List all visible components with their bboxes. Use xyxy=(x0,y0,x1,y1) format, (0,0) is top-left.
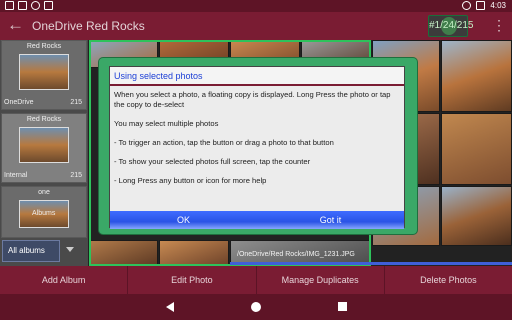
album-count: 215 xyxy=(70,172,82,179)
photo-thumbnail[interactable] xyxy=(90,240,158,266)
image-icon xyxy=(44,1,53,10)
album-thumbnail xyxy=(19,54,69,90)
dialog-paragraph: - To trigger an action, tap the button o… xyxy=(114,138,334,147)
system-nav-bar xyxy=(0,294,512,320)
photo-thumbnail[interactable] xyxy=(159,240,229,266)
manage-duplicates-button[interactable]: Manage Duplicates xyxy=(257,266,385,294)
nav-back-icon[interactable] xyxy=(166,302,174,312)
album-count: 215 xyxy=(70,99,82,106)
album-name: Red Rocks xyxy=(26,116,62,123)
dialog-title: Using selected photos xyxy=(110,67,404,86)
photo-thumbnail[interactable] xyxy=(441,186,512,246)
ok-button[interactable]: OK xyxy=(110,211,257,229)
nav-recents-icon[interactable] xyxy=(338,302,347,311)
grid-scrollbar[interactable] xyxy=(230,262,512,265)
selection-counter[interactable]: #1/24/215 xyxy=(428,15,474,37)
dialog-paragraph: When you select a photo, a floating copy… xyxy=(114,90,391,109)
dialog-body: When you select a photo, a floating copy… xyxy=(114,90,402,195)
page-title: OneDrive Red Rocks xyxy=(32,19,145,33)
album-item[interactable]: Red Rocks OneDrive 215 xyxy=(1,40,87,110)
album-sidebar: Red Rocks OneDrive 215 Red Rocks Interna… xyxy=(0,40,88,266)
got-it-button[interactable]: Got it xyxy=(257,211,404,229)
more-vert-icon[interactable]: ⋮ xyxy=(492,17,506,34)
status-bar: 4:03 xyxy=(0,0,512,12)
dialog-paragraph: - To show your selected photos full scre… xyxy=(114,157,311,166)
album-name: Red Rocks xyxy=(26,43,62,50)
dialog-button-bar: OK Got it xyxy=(110,211,404,229)
dialog-paragraph: You may select multiple photos xyxy=(114,119,219,128)
album-thumb-label: Albums xyxy=(32,210,56,217)
wifi-icon xyxy=(462,1,472,10)
photo-thumbnail[interactable] xyxy=(441,40,512,112)
clock: 4:03 xyxy=(490,1,506,10)
album-thumbnail xyxy=(19,127,69,163)
add-album-button[interactable]: Add Album xyxy=(0,266,129,294)
notification-icon xyxy=(5,1,14,10)
action-bar: Add Album Edit Photo Manage Duplicates D… xyxy=(0,266,512,294)
all-albums-dropdown[interactable]: All albums xyxy=(2,240,60,262)
album-location: Internal xyxy=(4,172,28,179)
help-dialog: Using selected photos When you select a … xyxy=(109,66,405,229)
download-icon xyxy=(18,1,27,10)
album-name: one xyxy=(38,189,50,196)
nav-home-icon[interactable] xyxy=(251,302,261,312)
delete-photos-button[interactable]: Delete Photos xyxy=(385,266,512,294)
album-item[interactable]: Red Rocks Internal 215 xyxy=(1,113,87,183)
arrow-left-icon[interactable]: ← xyxy=(7,15,24,35)
battery-icon xyxy=(476,1,486,10)
album-item[interactable]: one Albums xyxy=(1,186,87,238)
sync-icon xyxy=(31,1,40,10)
photo-path-caption: /OneDrive/Red Rocks/IMG_1231.JPG xyxy=(237,251,355,258)
app-bar: ← OneDrive Red Rocks #1/24/215 ⋮ xyxy=(0,12,512,40)
album-location: OneDrive xyxy=(4,99,34,106)
photo-thumbnail[interactable] xyxy=(441,113,512,185)
chevron-down-icon[interactable] xyxy=(66,247,74,252)
edit-photo-button[interactable]: Edit Photo xyxy=(128,266,257,294)
dialog-paragraph: - Long Press any button or icon for more… xyxy=(114,176,267,185)
